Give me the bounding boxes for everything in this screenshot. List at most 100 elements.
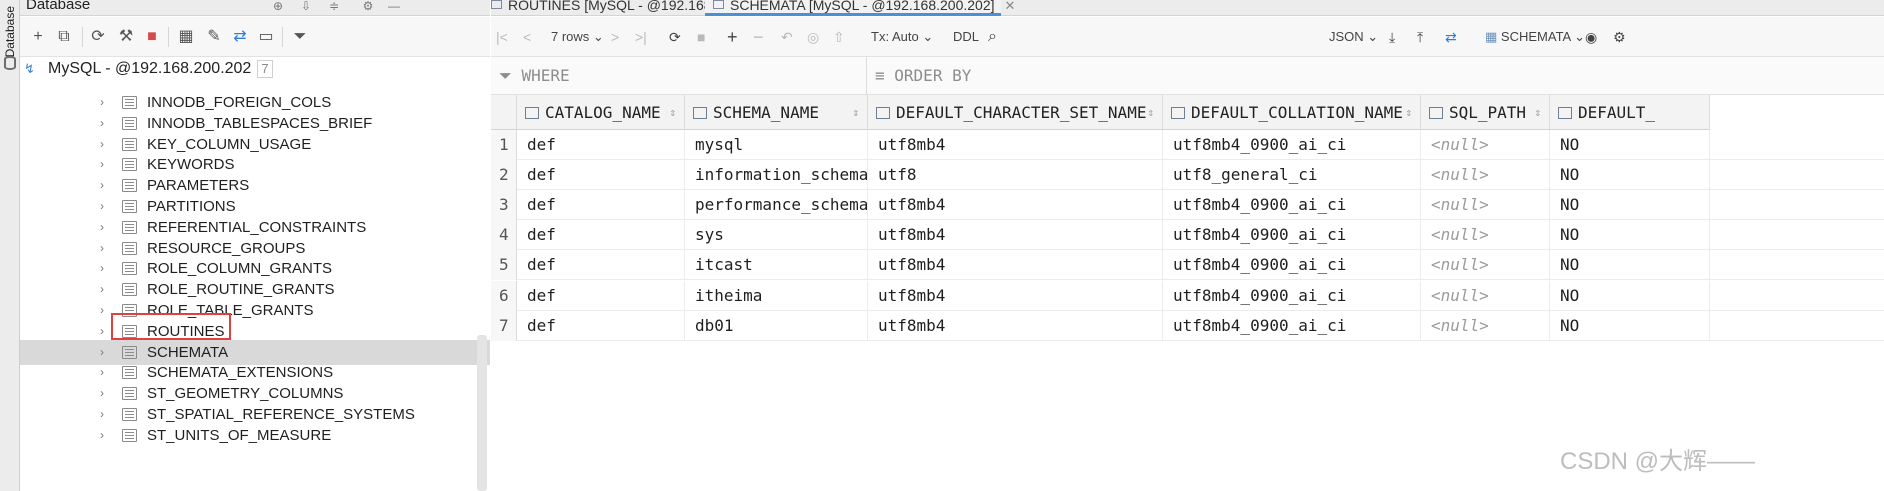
- table-cell[interactable]: utf8mb4_0900_ai_ci: [1163, 130, 1421, 160]
- refresh-icon[interactable]: ⟳: [88, 27, 108, 47]
- table-icon[interactable]: ▦: [176, 27, 196, 47]
- submit-icon[interactable]: ⇧: [833, 27, 845, 47]
- table-cell[interactable]: utf8mb4_0900_ai_ci: [1163, 190, 1421, 221]
- revert-icon[interactable]: ↶: [781, 27, 793, 47]
- where-filter[interactable]: ⏷ WHERE: [499, 57, 859, 95]
- table-row[interactable]: 5 def itcast utf8mb4 utf8mb4_0900_ai_ci <null…: [491, 250, 1884, 281]
- column-header[interactable]: DEFAULT_: [1550, 95, 1710, 130]
- chevron-right-icon[interactable]: ›: [100, 423, 112, 448]
- table-cell[interactable]: def: [517, 310, 685, 341]
- table-cell[interactable]: mysql: [685, 130, 868, 160]
- table-cell[interactable]: utf8mb4: [868, 130, 1163, 160]
- refresh-icon[interactable]: ⟳: [669, 27, 681, 47]
- tab-routines[interactable]: ROUTINES [MySQL - @192.168.200.202]✕: [491, 0, 791, 16]
- add-icon[interactable]: +: [28, 27, 48, 47]
- table-cell[interactable]: itcast: [685, 250, 868, 281]
- sort-icon[interactable]: ⇕: [1405, 95, 1412, 129]
- table-cell[interactable]: NO: [1550, 160, 1710, 191]
- download-icon[interactable]: ⤓: [1389, 27, 1395, 47]
- tx-mode-selector[interactable]: Tx: Auto ⌄: [871, 27, 933, 47]
- table-cell[interactable]: sys: [685, 220, 868, 251]
- settings-icon[interactable]: ⚙: [1613, 27, 1626, 47]
- delete-row-icon[interactable]: −: [753, 27, 764, 47]
- collapse-icon[interactable]: ⇩: [298, 0, 314, 12]
- properties-icon[interactable]: ⚒: [116, 27, 136, 47]
- tree-item[interactable]: › ST_UNITS_OF_MEASURE: [20, 423, 490, 448]
- minimize-icon[interactable]: —: [386, 0, 402, 12]
- expand-icon[interactable]: ≑: [326, 0, 342, 12]
- format-selector[interactable]: JSON ⌄: [1329, 27, 1378, 47]
- jump-icon[interactable]: ⇄: [230, 27, 250, 47]
- stop-icon[interactable]: ■: [142, 27, 162, 47]
- table-row[interactable]: 3 def performance_schema utf8mb4 utf8mb4_090…: [491, 190, 1884, 221]
- table-row[interactable]: 4 def sys utf8mb4 utf8mb4_0900_ai_ci <null> NO: [491, 220, 1884, 251]
- view-icon[interactable]: ◉: [1585, 27, 1597, 47]
- table-cell[interactable]: NO: [1550, 130, 1710, 160]
- table-cell[interactable]: utf8: [868, 160, 1163, 191]
- table-cell[interactable]: def: [517, 220, 685, 251]
- table-row[interactable]: 2 def information_schema utf8 utf8_general_c…: [491, 160, 1884, 191]
- table-cell[interactable]: utf8mb4_0900_ai_ci: [1163, 280, 1421, 311]
- column-header[interactable]: SQL_PATH ⇕: [1421, 95, 1550, 130]
- table-cell[interactable]: utf8mb4: [868, 190, 1163, 221]
- schema-selector[interactable]: ▦ SCHEMATA ⌄: [1485, 27, 1585, 47]
- table-cell[interactable]: performance_schema: [685, 190, 868, 221]
- tab-schemata[interactable]: SCHEMATA [MySQL - @192.168.200.202] ✕: [705, 0, 1015, 16]
- last-page-icon[interactable]: >|: [635, 27, 647, 47]
- add-row-icon[interactable]: +: [727, 27, 738, 47]
- table-cell[interactable]: def: [517, 280, 685, 311]
- sort-icon[interactable]: ⇕: [669, 95, 676, 129]
- sort-icon[interactable]: ⇕: [1534, 95, 1541, 129]
- database-tool-window-label[interactable]: Database: [3, 6, 17, 57]
- search-icon[interactable]: ⌕: [988, 27, 997, 47]
- table-cell[interactable]: <null>: [1421, 280, 1550, 311]
- table-cell[interactable]: def: [517, 130, 685, 160]
- table-cell[interactable]: NO: [1550, 280, 1710, 311]
- table-cell[interactable]: <null>: [1421, 160, 1550, 191]
- ddl-button[interactable]: DDL: [953, 27, 979, 47]
- table-cell[interactable]: information_schema: [685, 160, 868, 191]
- column-header[interactable]: SCHEMA_NAME ⇕: [685, 95, 868, 130]
- globe-icon[interactable]: ⊕: [270, 0, 286, 12]
- table-cell[interactable]: NO: [1550, 250, 1710, 281]
- table-row[interactable]: 1 def mysql utf8mb4 utf8mb4_0900_ai_ci <null>…: [491, 130, 1884, 160]
- filter-icon[interactable]: ⏷: [290, 27, 310, 47]
- table-cell[interactable]: <null>: [1421, 250, 1550, 281]
- table-cell[interactable]: def: [517, 160, 685, 191]
- table-cell[interactable]: itheima: [685, 280, 868, 311]
- table-cell[interactable]: utf8mb4: [868, 310, 1163, 341]
- compare-icon[interactable]: ⇄: [1445, 27, 1457, 47]
- upload-icon[interactable]: ⤒: [1417, 27, 1423, 47]
- tree-root-connection[interactable]: ↯ MySQL - @192.168.200.202 7: [24, 57, 273, 81]
- table-cell[interactable]: db01: [685, 310, 868, 341]
- copy-icon[interactable]: ⧉: [54, 27, 74, 47]
- preview-icon[interactable]: ◎: [807, 27, 819, 47]
- column-header[interactable]: DEFAULT_CHARACTER_SET_NAME ⇕: [868, 95, 1163, 130]
- first-page-icon[interactable]: |<: [496, 27, 508, 47]
- stop-icon[interactable]: ■: [697, 27, 705, 47]
- prev-page-icon[interactable]: <: [523, 27, 531, 47]
- table-cell[interactable]: def: [517, 250, 685, 281]
- gear-icon[interactable]: ⚙: [360, 0, 376, 12]
- rows-selector[interactable]: 7 rows ⌄: [551, 27, 604, 47]
- column-header[interactable]: DEFAULT_COLLATION_NAME ⇕: [1163, 95, 1421, 130]
- tree-scrollbar[interactable]: [477, 335, 487, 491]
- table-cell[interactable]: NO: [1550, 310, 1710, 341]
- table-cell[interactable]: utf8mb4: [868, 220, 1163, 251]
- sort-icon[interactable]: ⇕: [852, 95, 859, 129]
- console-icon[interactable]: ▭: [256, 27, 276, 47]
- edit-icon[interactable]: ✎: [204, 27, 224, 47]
- table-cell[interactable]: utf8_general_ci: [1163, 160, 1421, 191]
- table-cell[interactable]: utf8mb4_0900_ai_ci: [1163, 310, 1421, 341]
- table-cell[interactable]: <null>: [1421, 220, 1550, 251]
- table-cell[interactable]: utf8mb4: [868, 280, 1163, 311]
- close-icon[interactable]: ✕: [1005, 0, 1016, 13]
- table-cell[interactable]: def: [517, 190, 685, 221]
- table-cell[interactable]: NO: [1550, 220, 1710, 251]
- table-cell[interactable]: utf8mb4_0900_ai_ci: [1163, 220, 1421, 251]
- table-cell[interactable]: utf8mb4_0900_ai_ci: [1163, 250, 1421, 281]
- table-row[interactable]: 7 def db01 utf8mb4 utf8mb4_0900_ai_ci <null> N…: [491, 310, 1884, 341]
- order-by-filter[interactable]: ≡ ORDER BY: [875, 57, 1475, 95]
- table-cell[interactable]: utf8mb4: [868, 250, 1163, 281]
- table-cell[interactable]: <null>: [1421, 190, 1550, 221]
